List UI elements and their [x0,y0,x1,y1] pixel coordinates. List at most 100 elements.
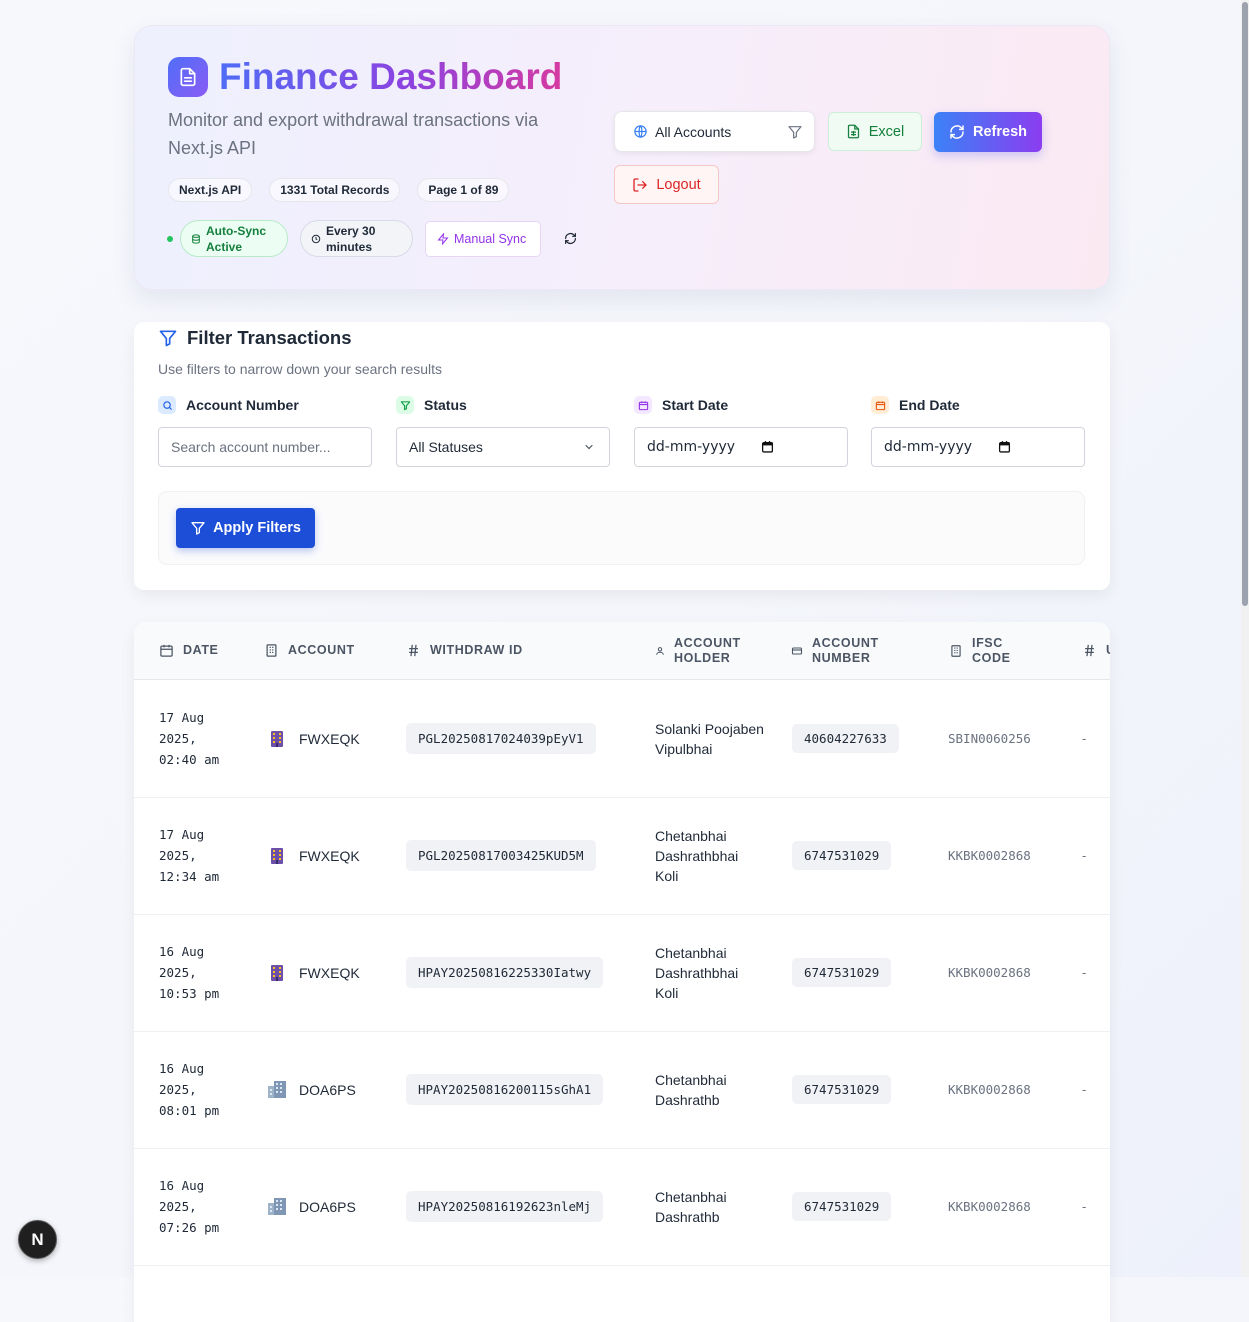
withdraw-id-chip: HPAY20250816192623nleMj [406,1191,604,1222]
excel-export-button[interactable]: Excel [828,112,922,151]
th-withdraw-id-label: WITHDRAW ID [430,643,523,657]
auto-sync-badge: Auto-Sync Active [180,220,288,257]
table-row[interactable]: 17 Aug 2025, 02:40 am FWXEQK PGL2025081702… [134,680,1110,798]
cell-withdraw-id: HPAY20250816200115sGhA1 [406,1031,604,1148]
end-date-input[interactable]: dd-mm-yyyy [871,427,1085,467]
account-number-input[interactable]: Search account number... [158,427,372,467]
filter-subtitle: Use filters to narrow down your search r… [158,361,442,377]
cell-withdraw-id: HPAY20250816192623nleMj [406,1148,604,1265]
table-row[interactable]: 17 Aug 2025, 12:34 am FWXEQK PGL2025081700… [134,797,1110,915]
filter-icon [787,124,803,143]
cell-withdraw-id: HPAY20250816225330Iatwy [406,914,604,1031]
interval-badge: Every 30 minutes [300,220,413,257]
scrollbar-thumb[interactable] [1242,2,1248,606]
status-label: Status [424,397,467,413]
end-date-label: End Date [899,397,960,413]
cell-account: FWXEQK [268,797,360,914]
building-icon [268,1081,286,1098]
refresh-cycle-icon[interactable] [564,232,577,245]
building-icon [268,730,286,747]
th-account-holder[interactable]: ACCOUNT HOLDER [655,622,741,679]
credit-card-icon [791,646,803,655]
logout-label: Logout [656,176,701,193]
account-code: DOA6PS [299,1081,356,1098]
refresh-label: Refresh [973,124,1027,140]
filter-title-text: Filter Transactions [187,327,352,348]
start-date-label: Start Date [662,397,729,413]
calendar-picker-icon[interactable] [998,440,1011,453]
cell-date: 17 Aug 2025, 02:40 am [159,710,220,767]
start-date-value: dd-mm-yyyy [647,439,736,455]
filter-icon [190,520,206,536]
spreadsheet-icon [846,124,861,139]
cell-extra: - [1082,965,1087,980]
zap-icon [437,232,449,245]
start-date-field: Start Date dd-mm-yyyy [634,395,848,467]
cell-withdraw-id: PGL20250817024039pEyV1 [406,680,596,797]
cell-date: 17 Aug 2025, 12:34 am [159,827,220,884]
table-row[interactable]: 16 Aug 2025, 10:53 pm FWXEQK HPAY202508162… [134,914,1110,1032]
th-withdraw-id[interactable]: WITHDRAW ID [406,622,523,679]
cell-account-holder: Solanki Poojaben Vipulbhai [655,720,764,757]
th-account[interactable]: ACCOUNT [264,622,355,679]
th-account-number[interactable]: ACCOUNT NUMBER [791,622,879,679]
th-ifsc-code[interactable]: IFSC CODE [949,622,1011,679]
refresh-button[interactable]: Refresh [934,112,1042,152]
manual-sync-label: Manual Sync [454,231,527,246]
account-number-chip: 40604227633 [792,724,899,753]
status-filter-icon [396,396,414,414]
page-scrollbar[interactable] [1241,0,1249,1277]
cell-ifsc: SBIN0060256 [948,731,1031,746]
calendar-icon [634,396,652,414]
table-row[interactable]: 16 Aug 2025, 08:01 pm DOA6PS HPAY202508162… [134,1031,1110,1149]
filter-card: Filter Transactions Use filters to narro… [134,322,1110,590]
th-date-label: DATE [183,643,219,657]
cell-account-holder: Chetanbhai Dashrathb [655,1071,727,1108]
cell-ifsc: KKBK0002868 [948,848,1031,863]
account-select[interactable]: All Accounts [614,111,815,152]
hash-icon [409,644,418,657]
cell-extra: - [1082,848,1087,863]
start-date-input[interactable]: dd-mm-yyyy [634,427,848,467]
cell-date: 16 Aug 2025, 08:01 pm [159,1061,220,1118]
cell-account-number: 6747531029 [792,1031,892,1148]
table-header: DATE ACCOUNT WITHDRAW ID ACCOUNT HOLDER A… [134,622,1110,680]
th-ifsc-line2: CODE [972,650,1011,665]
database-icon [191,233,201,244]
account-select-value: All Accounts [655,123,732,140]
end-date-value: dd-mm-yyyy [884,439,973,455]
calendar-picker-icon[interactable] [761,440,774,453]
end-date-field: End Date dd-mm-yyyy [871,395,1085,467]
clock-icon [311,234,321,244]
cell-account-holder: Chetanbhai Dashrathb [655,1188,727,1225]
globe-icon [633,124,648,139]
interval-label: Every 30 minutes [326,223,376,254]
sync-status-row: Auto-Sync Active Every 30 minutes Manual… [167,220,577,257]
withdraw-id-chip: PGL20250817024039pEyV1 [406,723,596,754]
th-next-label: U [1106,643,1110,658]
th-holder-line1: ACCOUNT [674,635,741,650]
logout-button[interactable]: Logout [614,165,719,204]
building-icon [268,964,286,981]
excel-label: Excel [868,123,905,140]
manual-sync-button[interactable]: Manual Sync [425,220,541,257]
withdraw-id-chip: HPAY20250816200115sGhA1 [406,1074,604,1105]
search-icon [158,396,176,414]
table-row[interactable]: 16 Aug 2025, 07:26 pm DOA6PS HPAY202508161… [134,1148,1110,1266]
cell-date: 16 Aug 2025, 07:26 pm [159,1178,220,1235]
building-icon [268,1198,286,1215]
api-chip: Next.js API [168,178,253,202]
account-number-chip: 6747531029 [792,841,892,870]
th-date[interactable]: DATE [159,622,219,679]
status-dot [167,235,173,242]
status-select[interactable]: All Statuses [396,427,610,467]
apply-filters-button[interactable]: Apply Filters [176,508,315,548]
cell-account: DOA6PS [268,1148,356,1265]
total-records-chip: 1331 Total Records [269,178,401,202]
logout-icon [632,177,648,193]
account-number-chip: 6747531029 [792,1192,892,1221]
account-code: DOA6PS [299,1198,356,1215]
nextjs-devtools-badge[interactable]: N [18,1220,57,1259]
transactions-table: DATE ACCOUNT WITHDRAW ID ACCOUNT HOLDER A… [134,622,1110,1322]
th-next-column[interactable]: U [1082,622,1110,679]
